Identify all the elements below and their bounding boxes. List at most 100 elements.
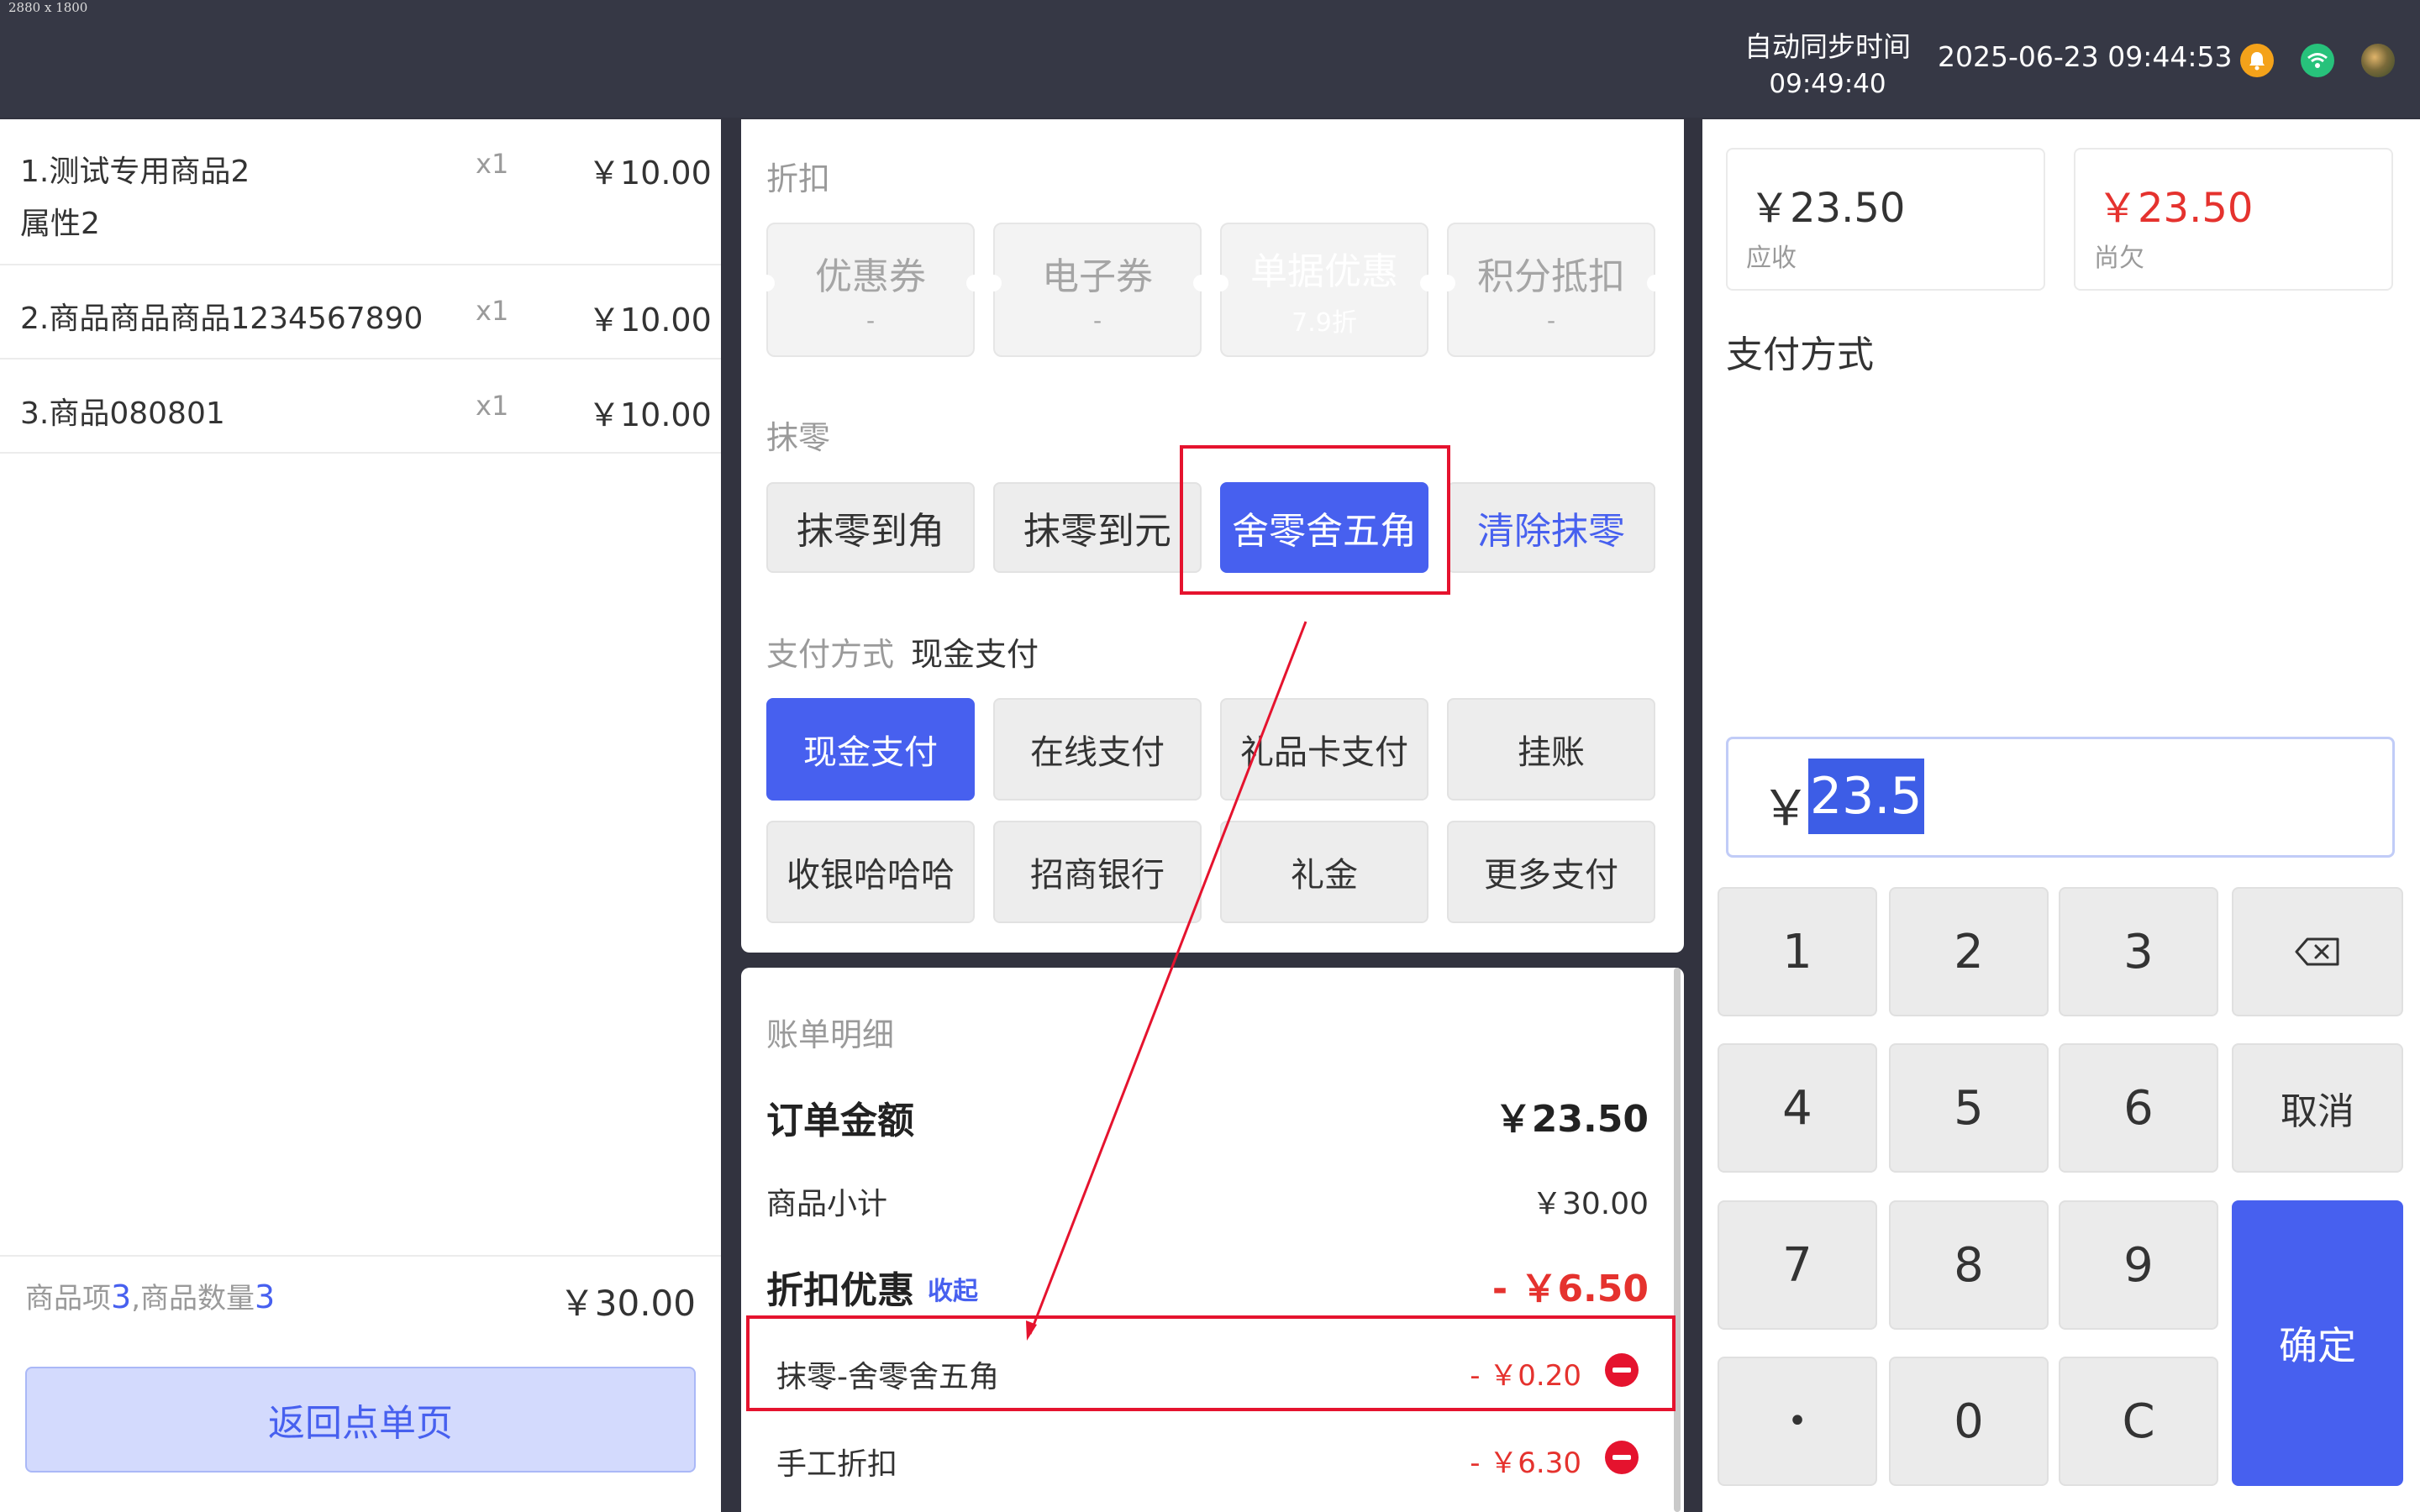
points-value: - xyxy=(1546,306,1556,334)
ticket-notch xyxy=(1420,275,1437,291)
avatar[interactable] xyxy=(2361,44,2395,77)
qty-count: 3 xyxy=(255,1278,276,1315)
key-0[interactable]: 0 xyxy=(1889,1357,2049,1486)
wifi-icon[interactable] xyxy=(2301,44,2334,77)
pay-on-account-button[interactable]: 挂账 xyxy=(1447,698,1655,801)
annotation-box-bill-line xyxy=(746,1315,1676,1411)
right-payment-title: 支付方式 xyxy=(1726,333,1874,376)
collapse-link[interactable]: 收起 xyxy=(928,1270,978,1307)
order-amount-value: ￥23.50 xyxy=(1494,1098,1649,1141)
amount-input-value[interactable]: 23.5 xyxy=(1808,759,1924,834)
bill-line-manual-amount: - ￥6.30 xyxy=(1470,1446,1581,1480)
key-clear[interactable]: C xyxy=(2059,1357,2218,1486)
e-coupon-value: - xyxy=(1092,306,1102,334)
key-4[interactable]: 4 xyxy=(1718,1043,1877,1173)
items-label: 商品项 xyxy=(25,1282,111,1315)
scrollbar[interactable] xyxy=(1674,968,1681,1512)
ticket-notch xyxy=(1647,275,1664,291)
annotation-box-rounding xyxy=(1180,445,1450,595)
order-amount-label: 订单金额 xyxy=(766,1100,914,1142)
coupon-card[interactable]: 优惠券 - xyxy=(766,223,975,357)
qty-label: ,商品数量 xyxy=(131,1282,255,1315)
bell-icon[interactable] xyxy=(2240,44,2274,77)
owed-amount: ￥23.50 xyxy=(2097,185,2254,232)
discount-total-label: 折扣优惠 xyxy=(766,1269,914,1312)
item-3-name: 3.商品080801 xyxy=(20,396,225,431)
e-coupon-card[interactable]: 电子券 - xyxy=(993,223,1202,357)
divider xyxy=(0,358,721,360)
backspace-key[interactable] xyxy=(2232,887,2403,1016)
items-count: 3 xyxy=(111,1278,132,1315)
rounding-title: 抹零 xyxy=(766,419,831,456)
owed-label: 尚欠 xyxy=(2094,244,2144,273)
sync-time: 09:49:40 xyxy=(1769,69,1886,99)
dimension-label: 2880 x 1800 xyxy=(8,0,88,15)
points-label: 积分抵扣 xyxy=(1477,255,1625,298)
pay-custom-button[interactable]: 收银哈哈哈 xyxy=(766,821,975,923)
discount-title: 折扣 xyxy=(766,160,831,197)
remove-manual-discount-icon[interactable] xyxy=(1605,1441,1639,1474)
wifi-glyph xyxy=(2307,53,2328,68)
round-to-yuan-button[interactable]: 抹零到元 xyxy=(993,482,1202,573)
item-3-price: ￥10.00 xyxy=(588,396,712,433)
more-payment-button[interactable]: 更多支付 xyxy=(1447,821,1655,923)
key-6[interactable]: 6 xyxy=(2059,1043,2218,1173)
key-8[interactable]: 8 xyxy=(1889,1200,2049,1330)
clear-rounding-button[interactable]: 清除抹零 xyxy=(1447,482,1655,573)
coupon-label: 优惠券 xyxy=(815,255,926,298)
key-5[interactable]: 5 xyxy=(1889,1043,2049,1173)
subtotal-value: ￥30.00 xyxy=(1531,1187,1649,1221)
bill-detail-title: 账单明细 xyxy=(766,1016,895,1053)
item-summary: 商品项3,商品数量3 xyxy=(25,1275,275,1316)
order-total: ￥30.00 xyxy=(559,1283,696,1324)
sync-label: 自动同步时间 xyxy=(1744,30,1911,63)
e-coupon-label: 电子券 xyxy=(1042,255,1153,298)
pay-gift-card-button[interactable]: 礼品卡支付 xyxy=(1220,698,1428,801)
item-1-qty: x1 xyxy=(476,148,509,180)
ticket-notch xyxy=(966,275,983,291)
ticket-notch xyxy=(1193,275,1210,291)
coupon-value: - xyxy=(865,306,876,334)
bill-discount-value: 7.9折 xyxy=(1292,308,1357,338)
back-to-order-button[interactable]: 返回点单页 xyxy=(25,1367,696,1473)
cancel-key[interactable]: 取消 xyxy=(2232,1043,2403,1173)
pay-cash-button[interactable]: 现金支付 xyxy=(766,698,975,801)
receivable-label: 应收 xyxy=(1746,244,1797,273)
item-2-qty: x1 xyxy=(476,295,509,327)
item-2-price: ￥10.00 xyxy=(588,302,712,339)
ticket-notch xyxy=(1439,275,1455,291)
key-9[interactable]: 9 xyxy=(2059,1200,2218,1330)
payment-method-selected: 现金支付 xyxy=(911,636,1039,673)
bill-line-manual-label: 手工折扣 xyxy=(776,1447,898,1482)
subtotal-label: 商品小计 xyxy=(766,1187,888,1221)
ticket-notch xyxy=(1212,275,1228,291)
key-2[interactable]: 2 xyxy=(1889,887,2049,1016)
divider xyxy=(0,452,721,454)
bill-discount-label: 单据优惠 xyxy=(1250,250,1398,293)
pay-gift-money-button[interactable]: 礼金 xyxy=(1220,821,1428,923)
round-to-jiao-button[interactable]: 抹零到角 xyxy=(766,482,975,573)
discount-total-value: - ￥6.50 xyxy=(1491,1268,1649,1310)
receivable-amount: ￥23.50 xyxy=(1749,185,1906,232)
divider xyxy=(0,264,721,265)
confirm-key[interactable]: 确定 xyxy=(2232,1200,2403,1486)
item-3-qty: x1 xyxy=(476,390,509,422)
points-card[interactable]: 积分抵扣 - xyxy=(1447,223,1655,357)
backspace-icon xyxy=(2295,937,2339,966)
pay-online-button[interactable]: 在线支付 xyxy=(993,698,1202,801)
pay-cmb-button[interactable]: 招商银行 xyxy=(993,821,1202,923)
item-1-name: 1.测试专用商品2 xyxy=(20,155,250,189)
key-3[interactable]: 3 xyxy=(2059,887,2218,1016)
divider xyxy=(0,1255,721,1257)
item-1-price: ￥10.00 xyxy=(588,155,712,192)
key-1[interactable]: 1 xyxy=(1718,887,1877,1016)
ticket-notch xyxy=(758,275,775,291)
bill-discount-card[interactable]: 单据优惠 7.9折 xyxy=(1220,223,1428,357)
key-7[interactable]: 7 xyxy=(1718,1200,1877,1330)
item-1-attribute: 属性2 xyxy=(20,207,100,241)
item-2-name: 2.商品商品商品1234567890 xyxy=(20,302,424,336)
key-dot[interactable]: • xyxy=(1718,1357,1877,1486)
payment-method-title: 支付方式 xyxy=(766,636,895,673)
ticket-notch xyxy=(985,275,1002,291)
current-datetime: 2025-06-23 09:44:53 xyxy=(1938,40,2233,73)
